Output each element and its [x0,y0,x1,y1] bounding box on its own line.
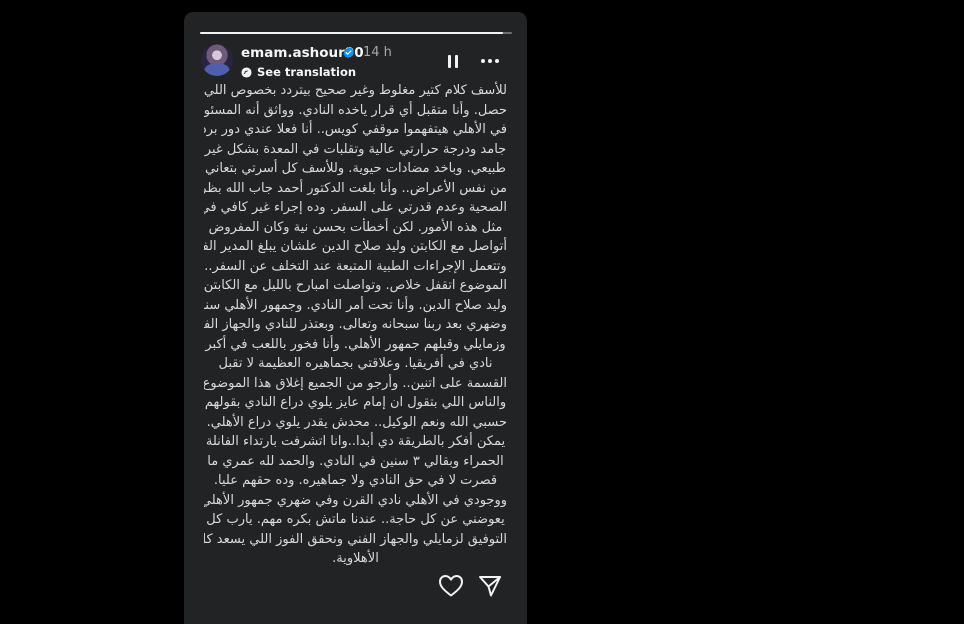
story-viewer: emam.ashour90 14 h See translation للأسف… [184,12,527,624]
globe-icon [241,66,252,78]
story-progress-bar [200,32,512,34]
story-text-line: مثل هذه الأمور. لكن أخطأت بحسن نية وكان … [208,219,503,235]
send-icon[interactable] [477,574,503,598]
pause-icon [448,54,451,68]
avatar[interactable] [201,44,233,76]
verified-badge-icon [343,46,354,59]
story-text-line: قصرت لا في حق النادي ولا جماهيره. وده حق… [213,473,498,488]
see-translation-link[interactable]: See translation [241,64,356,80]
story-text-line: من نفس الأعراض.. وأنا بلغت الدكتور أحمد … [204,180,507,196]
story-text-line: في الأهلي هيتفهموا موقفي كويس.. أنا فعلا… [204,122,507,137]
heart-icon[interactable] [438,574,464,598]
story-text-line: يعوضني عن كل حاجة.. عندنا ماتش بكره مهم.… [206,512,505,527]
more-options-button[interactable] [477,52,503,70]
story-text-line: حصل. وأنا متقبل أي قرار ياخده النادي. وو… [204,102,507,118]
story-text-line: أتواصل مع الكابتن وليد صلاح الدين علشان … [204,239,507,254]
more-icon [481,59,485,63]
story-text-line: الموضوع اتقفل خلاص. وتواصلت امبارح باللي… [204,278,507,293]
post-time: 14 h [363,45,392,60]
story-text-line: وزمايلي وقبلهم جمهور الأهلي. وأنا فخور ب… [205,336,506,352]
story-text-line: يمكن أفكر بالطريقة دي أبدا..وانا اتشرفت … [205,434,506,449]
story-text-line: جامد ودرجة حرارتي عالية وتقلبات في المعد… [204,141,507,157]
story-text-line: وليد صلاح الدين. وأنا تحت أمر النادي. وج… [204,297,507,313]
story-text-line: الأهلاوية. [332,551,379,566]
story-text-line: حسبي الله ونعم الوكيل.. محدش يقدر يلوي د… [204,414,507,430]
story-text-line: وضهري بعد ربنا سبحانه وتعالى. وبعتذر للن… [204,317,507,332]
story-text-line: وتتعمل الإجراءات الطبية المتبعة عند التخ… [204,258,507,274]
story-text-line: ووجودي في الأهلي نادي القرن وفي ضهري جمه… [204,492,507,508]
pause-button[interactable] [444,51,462,71]
story-text: للأسف كلام كتير مغلوط وغير صحيح بيتردد ب… [204,81,507,569]
story-text-line: والناس اللي بتقول ان إمام عايز يلوي دراع… [204,395,507,410]
story-text-line: طبيعي. وباخد مضادات حيوية. وللأسف كل أسر… [204,161,507,176]
story-text-line: الصحية وعدم قدرتي على السفر. وده إجراء غ… [204,200,507,215]
story-text-line: التوفيق لزمايلي والجهاز الفني ونحقق الفو… [204,531,507,547]
story-progress-fill [200,32,503,34]
story-text-line: نادي في أفريقيا. وعلاقتي بجماهيره العظيم… [218,356,493,371]
story-text-line: الحمراء وبقالي ٣ سنين في النادي. والحمد … [207,453,504,469]
see-translation-label: See translation [257,65,357,79]
story-text-line: القسمة على اتنين.. وأرجو من الجميع إغلاق… [204,375,507,391]
story-text-line: للأسف كلام كتير مغلوط وغير صحيح بيتردد ب… [204,83,507,98]
